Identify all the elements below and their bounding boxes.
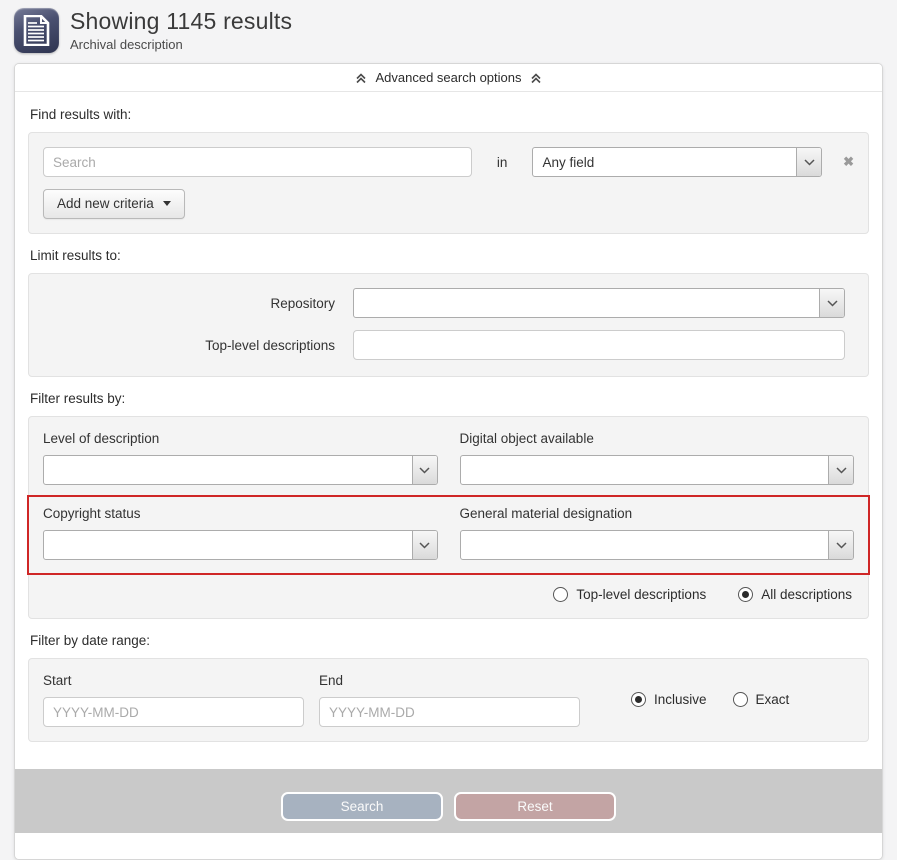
advanced-search-toggle-label: Advanced search options (376, 70, 522, 85)
start-date-label: Start (43, 673, 304, 688)
radio-top-level-descriptions[interactable]: Top-level descriptions (553, 587, 706, 602)
chevron-down-icon (412, 456, 437, 484)
toplevel-descriptions-input[interactable] (353, 330, 845, 360)
find-section-label: Find results with: (30, 107, 869, 122)
add-new-criteria-label: Add new criteria (57, 196, 154, 211)
chevron-down-icon (828, 531, 853, 559)
level-of-description-select[interactable] (43, 455, 438, 485)
start-date-input[interactable] (43, 697, 304, 727)
end-date-input[interactable] (319, 697, 580, 727)
chevron-down-icon (819, 289, 844, 317)
in-label: in (472, 155, 533, 170)
chevron-down-icon (796, 148, 821, 176)
radio-checked-icon (631, 692, 646, 707)
action-bar: Search Reset (15, 769, 882, 833)
search-field-select-value: Any field (542, 155, 594, 170)
general-material-designation-select[interactable] (460, 530, 855, 560)
copyright-status-label: Copyright status (43, 506, 438, 521)
chevrons-up-icon (530, 72, 542, 84)
radio-exact[interactable]: Exact (733, 692, 790, 707)
page-header: Showing 1145 results Archival descriptio… (0, 0, 897, 59)
radio-top-level-descriptions-label: Top-level descriptions (576, 587, 706, 602)
advanced-search-toggle[interactable]: Advanced search options (15, 64, 882, 92)
radio-checked-icon (738, 587, 753, 602)
reset-button[interactable]: Reset (454, 792, 616, 821)
radio-unchecked-icon (553, 587, 568, 602)
page-subtitle: Archival description (70, 37, 292, 52)
digital-object-available-label: Digital object available (460, 431, 855, 446)
chevron-down-icon (412, 531, 437, 559)
document-glyph (23, 15, 50, 46)
end-date-label: End (319, 673, 580, 688)
digital-object-available-select[interactable] (460, 455, 855, 485)
radio-all-descriptions-label: All descriptions (761, 587, 852, 602)
find-criteria-well: in Any field ✖ Add new criteria (28, 132, 869, 234)
chevrons-up-icon (355, 72, 367, 84)
radio-inclusive-label: Inclusive (654, 692, 707, 707)
repository-label: Repository (43, 296, 353, 311)
general-material-designation-label: General material designation (460, 506, 855, 521)
radio-exact-label: Exact (756, 692, 790, 707)
filter-section-label: Filter results by: (30, 391, 869, 406)
search-field-select[interactable]: Any field (532, 147, 822, 177)
add-new-criteria-button[interactable]: Add new criteria (43, 189, 185, 219)
repository-select[interactable] (353, 288, 845, 318)
limit-section-label: Limit results to: (30, 248, 869, 263)
level-of-description-label: Level of description (43, 431, 438, 446)
caret-down-icon (163, 201, 171, 206)
limit-well: Repository Top-level descriptions (28, 273, 869, 377)
date-section-label: Filter by date range: (30, 633, 869, 648)
copyright-status-select[interactable] (43, 530, 438, 560)
search-query-input[interactable] (43, 147, 472, 177)
card-bottom-strip (15, 833, 882, 859)
radio-all-descriptions[interactable]: All descriptions (738, 587, 852, 602)
date-range-well: Start End Inclusive Exact (28, 658, 869, 742)
archival-description-document-icon (14, 8, 59, 53)
filter-well: Level of description Digital object avai… (28, 416, 869, 619)
toplevel-descriptions-label: Top-level descriptions (43, 338, 353, 353)
highlighted-filter-row: Copyright status General material design… (27, 495, 870, 575)
search-button[interactable]: Search (281, 792, 443, 821)
remove-criteria-icon[interactable]: ✖ (843, 154, 854, 170)
chevron-down-icon (828, 456, 853, 484)
advanced-search-panel: Advanced search options Find results wit… (14, 63, 883, 860)
page-title: Showing 1145 results (70, 8, 292, 35)
radio-inclusive[interactable]: Inclusive (631, 692, 707, 707)
radio-unchecked-icon (733, 692, 748, 707)
